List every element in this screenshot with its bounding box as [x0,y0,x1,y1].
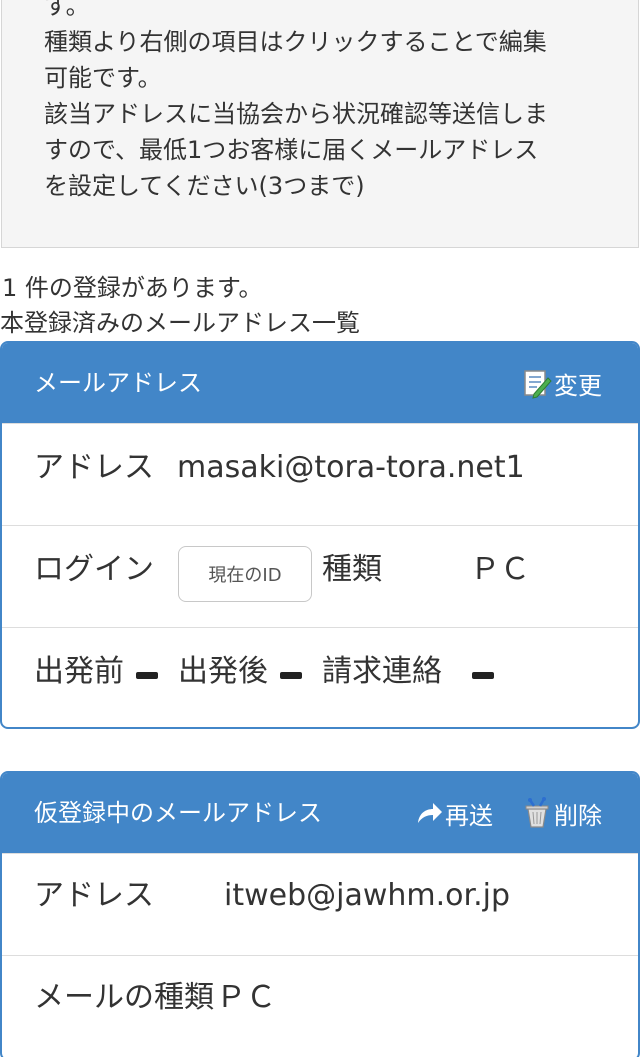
login-row: ログイン 現在のID 種類 ＰＣ [2,525,638,627]
resend-button[interactable]: 再送 [415,793,493,833]
before-departure-toggle[interactable] [136,672,158,679]
notification-row: 出発前 出発後 請求連絡 [2,627,638,727]
address-value[interactable]: masaki@tora-tora.net1 [177,448,525,488]
current-id-button[interactable]: 現在のID [178,546,312,602]
registered-email-panel: メールアドレス 変更 アドレス masaki@tora-tora.net1 ログ… [0,341,640,729]
notice-line: すので、最低1つお客様に届くメールアドレス [44,136,539,164]
edit-label: 変更 [554,371,602,400]
mail-type-row: メールの種類 ＰＣ [2,955,638,1057]
notice-line: す。 [44,0,90,20]
list-title: 本登録済みのメールアドレス一覧 [0,309,360,337]
edit-button[interactable]: 変更 [522,363,602,403]
address-row: アドレス itweb@jawhm.or.jp [2,853,638,955]
registration-count: 1 件の登録があります。 [2,274,263,302]
notice-box: す。 種類より右側の項目はクリックすることで編集 可能です。 該当アドレスに当協… [1,0,639,248]
address-label: アドレス [34,450,154,485]
mail-type-value: ＰＣ [216,980,276,1015]
billing-contact-toggle[interactable] [472,672,494,679]
notice-line: 可能です。 [44,64,162,92]
after-departure-label: 出発後 [178,654,268,689]
notice-line: 種類より右側の項目はクリックすることで編集 [44,28,547,56]
panel-header: メールアドレス 変更 [2,343,638,423]
resend-label: 再送 [445,801,493,830]
share-arrow-icon [415,797,443,829]
delete-label: 削除 [554,801,602,830]
login-label: ログイン [34,552,154,587]
type-value[interactable]: ＰＣ [470,550,530,590]
before-departure-label: 出発前 [34,654,124,689]
provisional-email-panel: 仮登録中のメールアドレス 再送 削除 アドレス itweb@jawhm.or.j… [0,771,640,1057]
notice-line: 該当アドレスに当協会から状況確認等送信しま [44,100,548,128]
type-label: 種類 [322,552,382,587]
address-value: itweb@jawhm.or.jp [224,878,511,913]
trash-icon [522,797,552,829]
mail-type-label: メールの種類 [34,980,214,1015]
delete-button[interactable]: 削除 [522,793,602,833]
panel-title: メールアドレス [34,369,202,397]
panel-header: 仮登録中のメールアドレス 再送 削除 [2,773,638,853]
panel-title: 仮登録中のメールアドレス [34,799,322,827]
billing-contact-label: 請求連絡 [322,654,442,689]
edit-icon [522,367,552,399]
address-label: アドレス [34,878,154,913]
address-row: アドレス masaki@tora-tora.net1 [2,423,638,525]
after-departure-toggle[interactable] [280,672,302,679]
notice-line: を設定してください(3つまで) [44,172,365,200]
